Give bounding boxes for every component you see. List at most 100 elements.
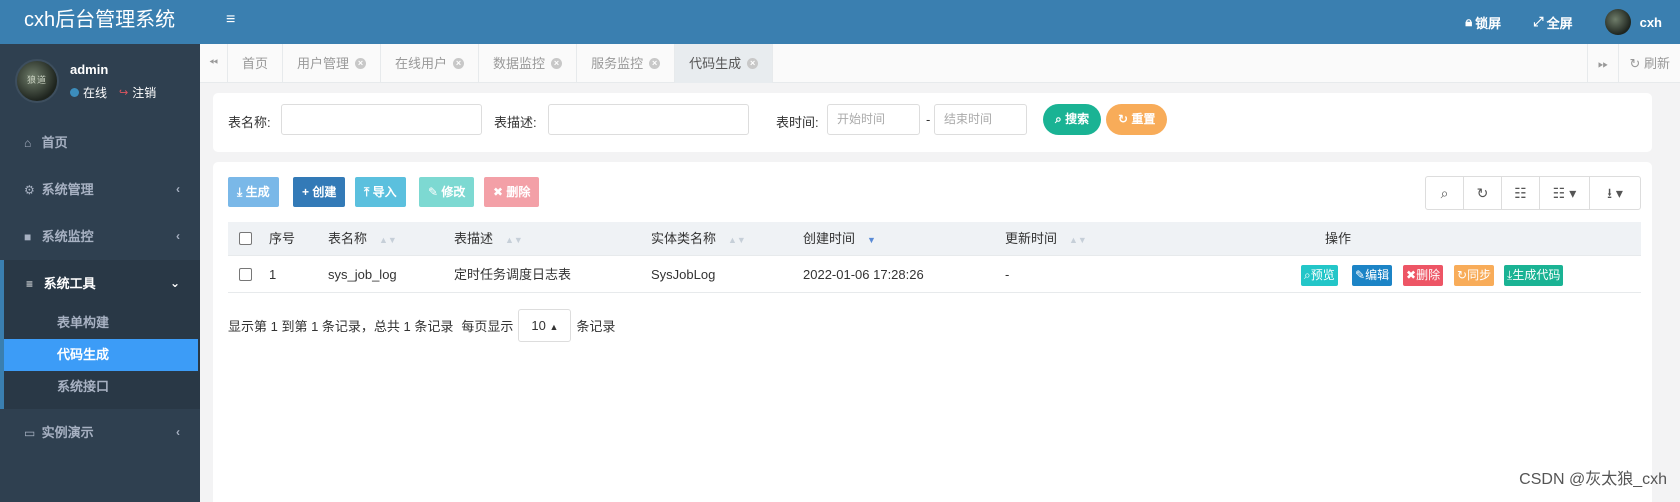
sidebar-item-demo[interactable]: ▭ 实例演示 ‹ <box>0 409 200 456</box>
sidebar: cxh后台管理系统 狼道 admin 在线 ↪ 注销 ⌂ 首页 ⚙ 系统管理 ‹… <box>0 0 200 502</box>
sidebar-item-label: 系统工具 <box>43 276 96 291</box>
chevron-down-icon: ⌄ <box>169 276 180 290</box>
delete-icon: ✖ <box>1406 268 1417 282</box>
upload-icon: ⤒ <box>364 185 370 199</box>
user-menu[interactable]: cxh <box>1604 9 1662 35</box>
tab-data-monitor[interactable]: 数据监控 × <box>479 44 578 83</box>
sort-icon: ▲▼ <box>728 235 746 245</box>
per-page-suffix: 条记录 <box>576 319 616 334</box>
lock-screen-button[interactable]: 🔒︎ 锁屏 <box>1465 13 1501 32</box>
col-class-name[interactable]: 实体类名称 ▲▼ <box>651 222 746 256</box>
download-icon: ⤓ <box>237 185 243 199</box>
start-time-input[interactable]: 开始时间 <box>827 104 920 135</box>
tabs-scroll-right-icon[interactable]: ⏩︎ <box>1587 44 1618 83</box>
col-table-name[interactable]: 表名称 ▲▼ <box>328 222 397 256</box>
logout-link[interactable]: 注销 <box>132 84 156 101</box>
columns-icon[interactable]: ☷ ▾ <box>1540 177 1590 209</box>
edit-button[interactable]: ✎ 修改 <box>419 177 475 207</box>
table-name-input[interactable] <box>281 104 482 135</box>
gear-icon: ⚙ <box>24 183 35 197</box>
home-icon: ⌂ <box>24 136 32 150</box>
cell-index: 1 <box>269 267 277 282</box>
page-size-dropdown[interactable]: 10 ▲ <box>518 309 572 342</box>
close-icon[interactable]: × <box>747 58 759 69</box>
close-icon[interactable]: × <box>453 58 465 69</box>
tabs-scroll-left-icon[interactable]: ⏪︎ <box>200 44 228 83</box>
date-range-dash: - <box>926 112 931 127</box>
tab-online-users[interactable]: 在线用户 × <box>381 44 480 83</box>
delete-icon: ✖ <box>493 185 504 199</box>
refresh-tab-button[interactable]: ↻ 刷新 <box>1618 44 1680 83</box>
refresh-icon: ↻ <box>1457 268 1468 282</box>
cell-table-desc: 定时任务调度日志表 <box>454 267 572 282</box>
sidebar-subnav: 表单构建 代码生成 系统接口 <box>0 307 200 409</box>
sidebar-subitem-system-api[interactable]: 系统接口 <box>4 371 200 403</box>
expand-icon: ⤢ <box>1533 14 1544 29</box>
online-label: 在线 <box>83 86 108 100</box>
reset-button[interactable]: ↻ 重置 <box>1106 104 1168 135</box>
close-icon[interactable]: × <box>649 58 661 69</box>
video-icon: ■ <box>24 230 32 244</box>
search-icon: ⌕ <box>1304 268 1311 282</box>
app-title: cxh后台管理系统 <box>0 0 200 44</box>
sidebar-item-system-monitor[interactable]: ■ 系统监控 ‹ <box>0 213 200 260</box>
top-right-menu: 🔒︎ 锁屏 ⤢ 全屏 cxh <box>1465 0 1662 44</box>
sidebar-item-system-tools[interactable]: ≡ 系统工具 ⌄ <box>0 260 200 307</box>
sync-button[interactable]: ↻同步 <box>1454 265 1495 286</box>
end-time-input[interactable]: 结束时间 <box>934 104 1027 135</box>
import-button[interactable]: ⤒ 导入 <box>355 177 406 207</box>
export-icon[interactable]: ⭳ ▾ <box>1590 177 1640 209</box>
col-update-time[interactable]: 更新时间 ▲▼ <box>1005 222 1087 256</box>
delete-button[interactable]: ✖ 删除 <box>484 177 540 207</box>
table-desc-input[interactable] <box>548 104 749 135</box>
tabs-right-controls: ⏩︎ ↻ 刷新 <box>1587 44 1680 83</box>
cell-class-name: SysJobLog <box>651 267 716 282</box>
user-profile: 狼道 admin 在线 ↪ 注销 <box>0 44 200 112</box>
row-delete-button[interactable]: ✖删除 <box>1403 265 1444 286</box>
tab-user-management[interactable]: 用户管理 × <box>283 44 382 83</box>
tab-home[interactable]: 首页 <box>228 44 284 83</box>
search-button[interactable]: ⌕ 搜索 <box>1043 104 1102 135</box>
avatar[interactable]: 狼道 <box>15 59 59 103</box>
cell-create-time: 2022-01-06 17:28:26 <box>803 267 924 282</box>
close-icon[interactable]: × <box>355 58 367 69</box>
menu-toggle-icon[interactable]: ≡ <box>226 11 235 29</box>
col-index: 序号 <box>269 231 296 246</box>
create-button[interactable]: + 创建 <box>293 177 346 207</box>
select-all-checkbox[interactable] <box>239 232 252 245</box>
lock-icon: 🔒︎ <box>1465 14 1473 29</box>
tab-service-monitor[interactable]: 服务监控 × <box>577 44 676 83</box>
fullscreen-button[interactable]: ⤢ 全屏 <box>1533 13 1572 32</box>
sidebar-item-label: 系统管理 <box>41 182 94 197</box>
generate-button[interactable]: ⤓ 生成 <box>228 177 279 207</box>
sidebar-item-system-management[interactable]: ⚙ 系统管理 ‹ <box>0 166 200 213</box>
row-checkbox[interactable] <box>239 268 252 281</box>
generate-code-button[interactable]: ⤓生成代码 <box>1504 265 1564 286</box>
search-toggle-icon[interactable]: ⌕ <box>1426 177 1464 209</box>
sidebar-item-home[interactable]: ⌂ 首页 <box>0 119 200 166</box>
sidebar-item-label: 实例演示 <box>41 425 94 440</box>
plus-icon: + <box>302 185 310 199</box>
per-page-prefix: 每页显示 <box>461 319 514 334</box>
chevron-left-icon: ‹ <box>176 229 180 243</box>
logout-icon[interactable]: ↪ <box>119 86 128 99</box>
row-edit-button[interactable]: ✎编辑 <box>1352 265 1393 286</box>
tab-code-gen[interactable]: 代码生成 × <box>675 44 774 83</box>
toggle-view-icon[interactable]: ☷ <box>1502 177 1540 209</box>
cell-update-time: - <box>1005 267 1010 282</box>
close-icon[interactable]: × <box>551 58 563 69</box>
chevron-left-icon: ‹ <box>176 182 180 196</box>
watermark: CSDN @灰太狼_cxh <box>1519 471 1667 488</box>
preview-button[interactable]: ⌕预览 <box>1301 265 1338 286</box>
sidebar-nav: ⌂ 首页 ⚙ 系统管理 ‹ ■ 系统监控 ‹ ≡ 系统工具 ⌄ 表单构建 代码生… <box>0 119 200 456</box>
refresh-icon[interactable]: ↻ <box>1464 177 1502 209</box>
user-name[interactable]: admin <box>70 62 108 77</box>
sidebar-subitem-form-builder[interactable]: 表单构建 <box>4 307 200 339</box>
caret-up-icon: ▲ <box>549 322 559 332</box>
col-create-time[interactable]: 创建时间 ▼ <box>803 222 876 256</box>
col-table-desc[interactable]: 表描述 ▲▼ <box>454 222 523 256</box>
sidebar-subitem-code-gen[interactable]: 代码生成 <box>4 339 198 371</box>
table-header: 序号 表名称 ▲▼ 表描述 ▲▼ 实体类名称 ▲▼ 创建时间 ▼ 更新时间 ▲▼ 操作 <box>228 222 1641 256</box>
sort-icon: ▲▼ <box>379 235 397 245</box>
page-tabs: ⏪︎ 首页 用户管理 × 在线用户 × 数据监控 × 服务监控 × 代码生成 × ⏩︎ ↻… <box>200 44 1680 83</box>
